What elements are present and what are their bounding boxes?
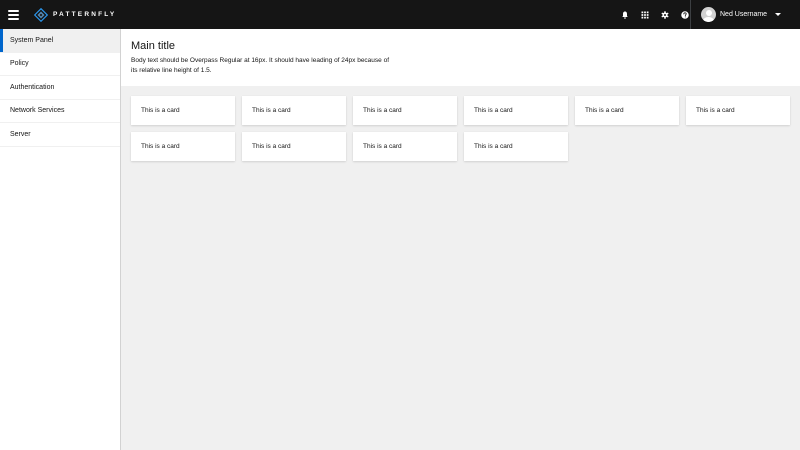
patternfly-logo-icon — [34, 7, 48, 22]
brand-logo[interactable]: PATTERNFLY — [34, 0, 116, 29]
help-icon — [680, 10, 689, 19]
card[interactable]: This is a card — [686, 96, 790, 125]
card[interactable]: This is a card — [575, 96, 679, 125]
page-title: Main title — [131, 40, 176, 52]
caret-down-icon — [775, 13, 782, 16]
card-gallery: This is a card This is a card This is a … — [131, 96, 793, 161]
card[interactable]: This is a card — [353, 96, 457, 125]
notifications-button[interactable] — [619, 0, 630, 29]
avatar — [701, 7, 716, 22]
brand-name: PATTERNFLY — [53, 11, 117, 18]
card[interactable]: This is a card — [464, 132, 568, 161]
grid-icon — [641, 11, 648, 18]
app-launcher-button[interactable] — [639, 0, 650, 29]
masthead-toolbar — [619, 0, 690, 29]
sidebar-nav: System Panel Policy Authentication Netwo… — [0, 29, 121, 450]
card[interactable]: This is a card — [242, 96, 346, 125]
sidebar-item-authentication[interactable]: Authentication — [0, 76, 120, 100]
username: Ned Username — [720, 11, 768, 18]
card[interactable]: This is a card — [131, 96, 235, 125]
menu-icon[interactable] — [8, 0, 30, 29]
user-menu-toggle[interactable]: Ned Username — [690, 0, 800, 29]
page-header: Main title Body text should be Overpass … — [121, 29, 800, 86]
card[interactable]: This is a card — [353, 132, 457, 161]
page-description: Body text should be Overpass Regular at … — [131, 57, 390, 74]
settings-button[interactable] — [659, 0, 670, 29]
masthead: PATTERNFLY Ned Username — [0, 0, 800, 29]
gear-icon — [660, 10, 669, 19]
sidebar-item-server[interactable]: Server — [0, 123, 120, 147]
sidebar-item-network-services[interactable]: Network Services — [0, 100, 120, 123]
card[interactable]: This is a card — [131, 132, 235, 161]
sidebar-item-system-panel[interactable]: System Panel — [0, 29, 120, 53]
card[interactable]: This is a card — [464, 96, 568, 125]
card[interactable]: This is a card — [242, 132, 346, 161]
bell-icon — [621, 11, 628, 19]
help-button[interactable] — [679, 0, 690, 29]
sidebar-item-policy[interactable]: Policy — [0, 53, 120, 76]
